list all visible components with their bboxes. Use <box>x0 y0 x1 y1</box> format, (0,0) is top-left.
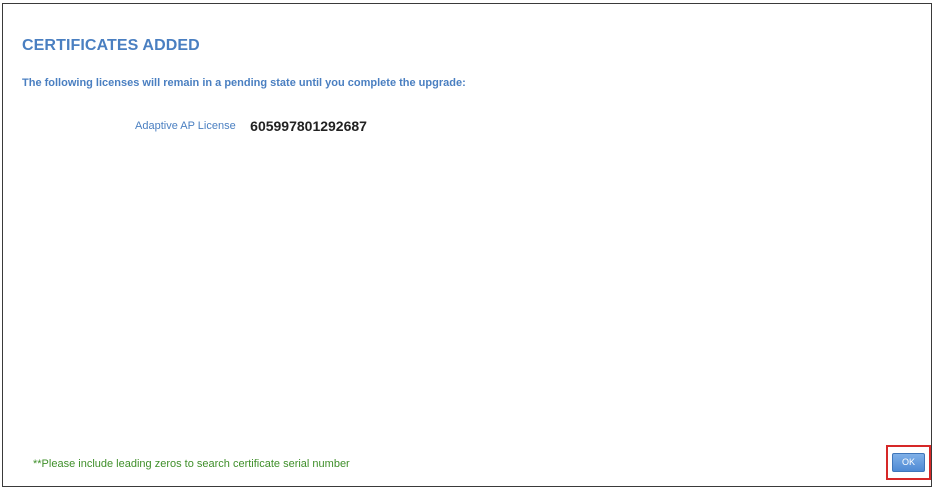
license-serial-number: 605997801292687 <box>250 117 367 134</box>
pending-licenses-message: The following licenses will remain in a … <box>22 77 466 89</box>
license-row: Adaptive AP License 605997801292687 <box>135 117 367 135</box>
ok-button[interactable]: OK <box>892 453 925 472</box>
leading-zeros-note: **Please include leading zeros to search… <box>33 458 350 470</box>
ok-button-highlight: OK <box>886 445 931 480</box>
license-label: Adaptive AP License <box>135 119 236 132</box>
dialog-title: CERTIFICATES ADDED <box>22 37 200 54</box>
certificates-added-dialog: CERTIFICATES ADDED The following license… <box>2 3 932 487</box>
